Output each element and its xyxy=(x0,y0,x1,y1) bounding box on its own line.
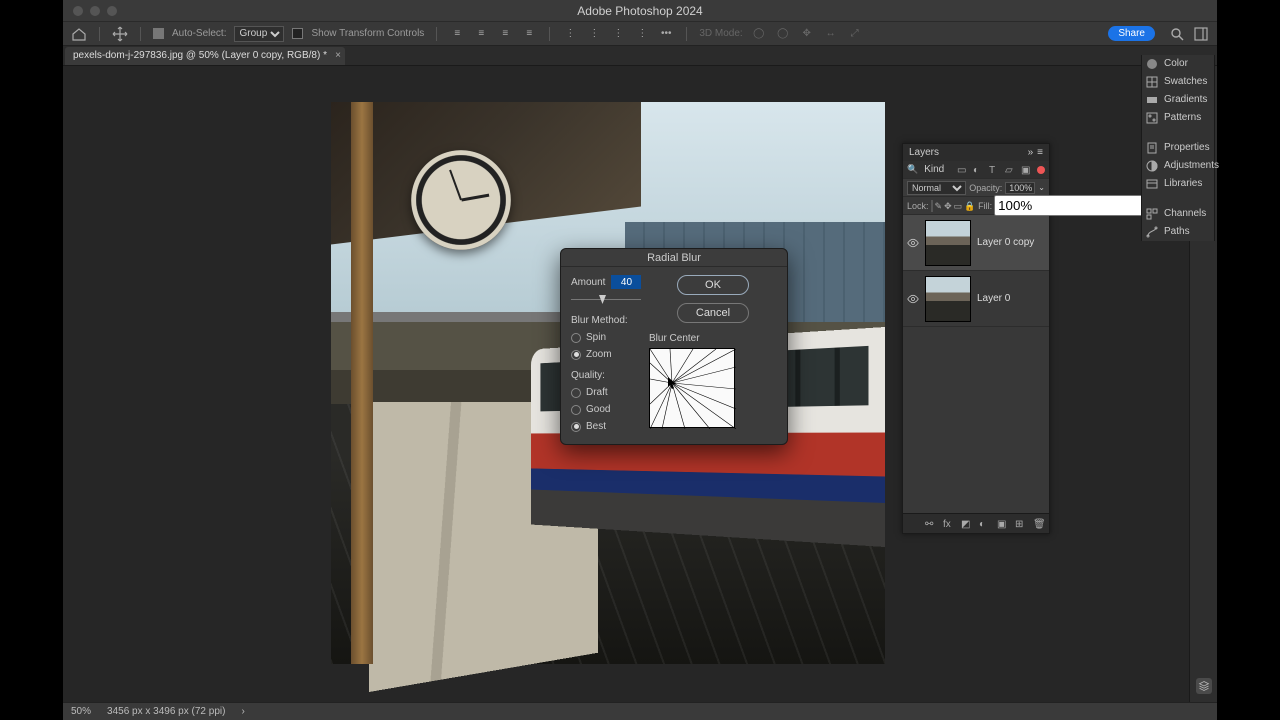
align-top-icon[interactable]: ≡ xyxy=(521,26,537,42)
panel-gradients[interactable]: Gradients xyxy=(1142,91,1214,109)
align-center-h-icon[interactable]: ≡ xyxy=(473,26,489,42)
distribute-2-icon[interactable]: ⋮ xyxy=(586,26,602,42)
layers-panel: Layers » ≡ 🔍 Kind ▭ ◐ T ▱ ▣ Normal Opaci… xyxy=(902,143,1050,534)
blur-method-zoom[interactable]: Zoom xyxy=(571,349,641,360)
blend-mode-select[interactable]: Normal xyxy=(907,181,966,195)
lock-brush-icon[interactable]: ✎ xyxy=(935,201,943,211)
blur-center-label: Blur Center xyxy=(649,333,777,344)
3d-orbit-icon: ◯ xyxy=(751,26,767,42)
titlebar: Adobe Photoshop 2024 xyxy=(63,0,1217,22)
visibility-toggle-icon[interactable] xyxy=(907,293,919,305)
layer-fx-icon[interactable]: fx xyxy=(943,519,953,529)
amount-input[interactable] xyxy=(611,275,641,289)
group-icon[interactable]: ▣ xyxy=(997,519,1007,529)
visibility-toggle-icon[interactable] xyxy=(907,237,919,249)
lock-position-icon[interactable]: ✥ xyxy=(944,201,952,211)
auto-select-checkbox[interactable] xyxy=(153,28,164,39)
layers-panel-title[interactable]: Layers xyxy=(909,147,939,158)
distribute-3-icon[interactable]: ⋮ xyxy=(610,26,626,42)
layers-collapse-icon[interactable]: » xyxy=(1028,147,1034,158)
layer-row[interactable]: Layer 0 xyxy=(903,271,1049,327)
close-tab-icon[interactable]: × xyxy=(335,50,341,61)
more-icon[interactable]: ••• xyxy=(658,26,674,42)
quality-label: Quality: xyxy=(571,370,641,381)
3d-slide-icon: ↔ xyxy=(823,26,839,42)
status-bar: 50% 3456 px x 3496 px (72 ppi) › xyxy=(63,702,1217,720)
panel-color[interactable]: Color xyxy=(1142,55,1214,73)
dialog-title: Radial Blur xyxy=(561,249,787,267)
quality-good[interactable]: Good xyxy=(571,404,641,415)
panel-swatches[interactable]: Swatches xyxy=(1142,73,1214,91)
panel-properties[interactable]: Properties xyxy=(1142,139,1214,157)
3d-scale-icon: ⤢ xyxy=(847,26,863,42)
panel-paths[interactable]: Paths xyxy=(1142,223,1214,241)
panel-channels[interactable]: Channels xyxy=(1142,205,1214,223)
layers-menu-icon[interactable]: ≡ xyxy=(1037,147,1043,158)
share-button[interactable]: Share xyxy=(1108,26,1155,41)
option-bar: Auto-Select: Group Show Transform Contro… xyxy=(63,22,1217,46)
filter-shape-icon[interactable]: ▱ xyxy=(1005,165,1015,175)
panel-adjustments[interactable]: Adjustments xyxy=(1142,157,1214,175)
blur-method-spin[interactable]: Spin xyxy=(571,332,641,343)
document-tab[interactable]: pexels-dom-j-297836.jpg @ 50% (Layer 0 c… xyxy=(65,47,345,65)
info-chevron-icon[interactable]: › xyxy=(241,706,244,717)
blur-center-widget[interactable] xyxy=(649,348,735,428)
layer-row[interactable]: Layer 0 copy xyxy=(903,215,1049,271)
search-icon[interactable] xyxy=(1169,26,1185,42)
filter-toggle[interactable] xyxy=(1037,166,1045,174)
blur-method-label: Blur Method: xyxy=(571,315,641,326)
filter-adjust-icon[interactable]: ◐ xyxy=(973,165,983,175)
filter-kind-icon[interactable]: 🔍 xyxy=(907,164,918,175)
ok-button[interactable]: OK xyxy=(677,275,749,295)
show-transform-label: Show Transform Controls xyxy=(311,28,424,39)
quality-best[interactable]: Best xyxy=(571,421,641,432)
add-mask-icon[interactable]: ◩ xyxy=(961,519,971,529)
amount-slider[interactable] xyxy=(571,295,641,305)
lock-all-icon[interactable]: 🔒 xyxy=(964,201,974,211)
new-layer-icon[interactable]: ⊞ xyxy=(1015,519,1025,529)
clock-graphic xyxy=(411,150,511,250)
layer-name[interactable]: Layer 0 xyxy=(977,293,1010,304)
auto-select-label: Auto-Select: xyxy=(172,28,226,39)
3d-pan-icon: ✥ xyxy=(799,26,815,42)
3d-roll-icon: ◯ xyxy=(775,26,791,42)
app-title: Adobe Photoshop 2024 xyxy=(63,4,1217,18)
amount-label: Amount xyxy=(571,277,605,288)
zoom-level[interactable]: 50% xyxy=(71,706,91,717)
layer-thumbnail[interactable] xyxy=(925,276,971,322)
document-info[interactable]: 3456 px x 3496 px (72 ppi) xyxy=(107,706,225,717)
document-tabbar: pexels-dom-j-297836.jpg @ 50% (Layer 0 c… xyxy=(63,46,1217,66)
document-tab-label: pexels-dom-j-297836.jpg @ 50% (Layer 0 c… xyxy=(73,50,327,61)
delete-layer-icon[interactable]: 🗑 xyxy=(1033,519,1043,529)
distribute-1-icon[interactable]: ⋮ xyxy=(562,26,578,42)
auto-select-dropdown[interactable]: Group xyxy=(234,26,284,42)
move-tool-icon[interactable] xyxy=(112,26,128,42)
align-left-icon[interactable]: ≡ xyxy=(449,26,465,42)
filter-type-icon[interactable]: T xyxy=(989,165,999,175)
show-transform-checkbox[interactable] xyxy=(292,28,303,39)
mode-3d-label: 3D Mode: xyxy=(699,28,742,39)
layer-name[interactable]: Layer 0 copy xyxy=(977,237,1034,248)
rail-layers-icon[interactable] xyxy=(1196,678,1212,694)
filter-smart-icon[interactable]: ▣ xyxy=(1021,165,1031,175)
side-panels: Color Swatches Gradients Patterns Proper… xyxy=(1141,55,1215,241)
cancel-button[interactable]: Cancel xyxy=(677,303,749,323)
layer-thumbnail[interactable] xyxy=(925,220,971,266)
quality-draft[interactable]: Draft xyxy=(571,387,641,398)
align-right-icon[interactable]: ≡ xyxy=(497,26,513,42)
workspace-icon[interactable] xyxy=(1193,26,1209,42)
lock-pixels-icon[interactable] xyxy=(931,200,933,212)
cursor-icon xyxy=(668,377,676,389)
radial-blur-dialog: Radial Blur Amount Blur Method: Spin xyxy=(560,248,788,445)
adjustment-layer-icon[interactable]: ◐ xyxy=(979,519,989,529)
filter-image-icon[interactable]: ▭ xyxy=(957,165,967,175)
panel-patterns[interactable]: Patterns xyxy=(1142,109,1214,127)
opacity-input[interactable] xyxy=(1005,182,1035,194)
distribute-4-icon[interactable]: ⋮ xyxy=(634,26,650,42)
link-layers-icon[interactable]: ⚯ xyxy=(925,519,935,529)
panel-libraries[interactable]: Libraries xyxy=(1142,175,1214,193)
lock-artboard-icon[interactable]: ▭ xyxy=(954,201,963,211)
home-icon[interactable] xyxy=(71,26,87,42)
